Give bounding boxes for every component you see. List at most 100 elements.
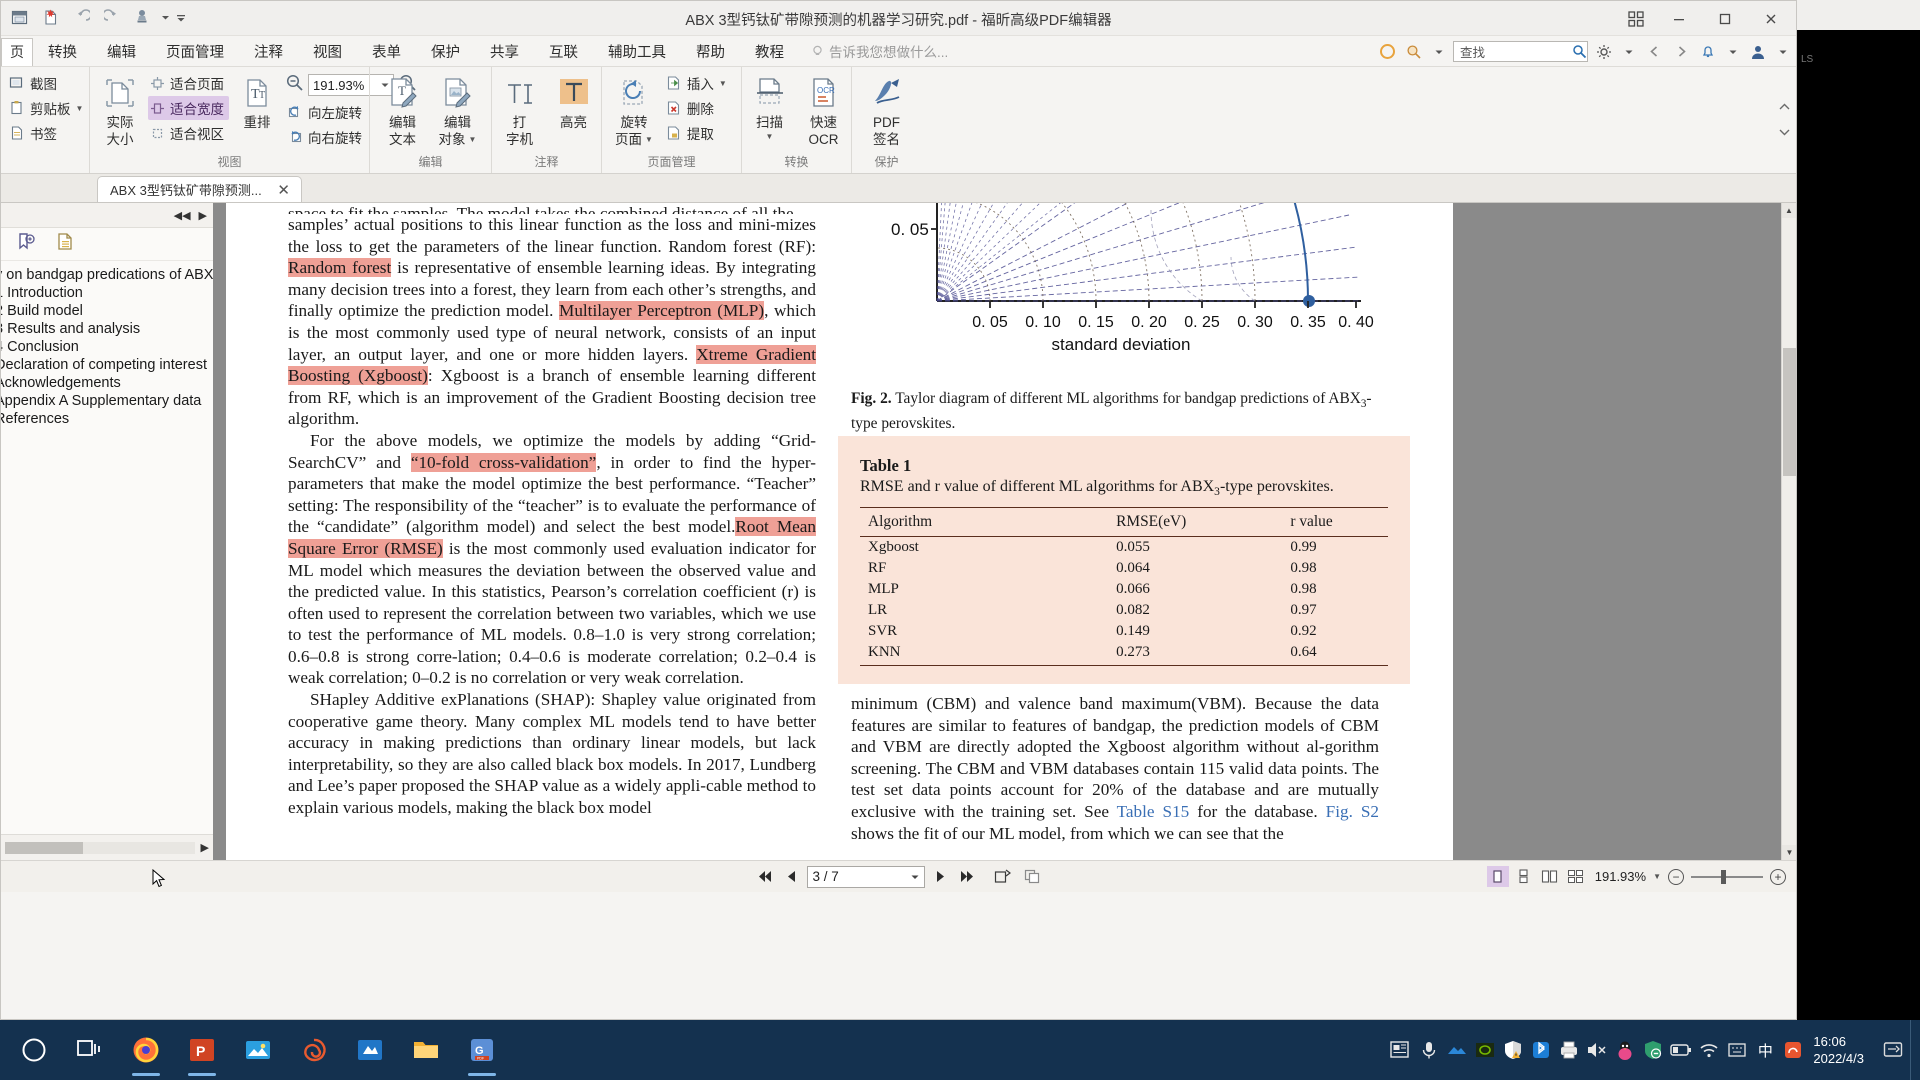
close-button[interactable]: [1748, 1, 1794, 36]
menu-item-form[interactable]: 表单: [357, 36, 416, 66]
delete-page-button[interactable]: 删除: [664, 96, 732, 120]
onedrive-icon[interactable]: [1443, 1020, 1471, 1080]
fit-visible-button[interactable]: 适合视区: [148, 121, 229, 145]
rotate-page-button[interactable]: 旋转 页面 ▼: [608, 69, 660, 150]
avatar[interactable]: [1747, 41, 1769, 63]
continuous-view-icon[interactable]: [1513, 866, 1535, 887]
menu-item-comment[interactable]: 注释: [239, 36, 298, 66]
collapse-panel-icon[interactable]: ◀◀: [172, 209, 193, 222]
rotate-view-icon[interactable]: [991, 867, 1014, 886]
penguin-icon[interactable]: [1611, 1020, 1639, 1080]
ime-cn-icon[interactable]: 中: [1751, 1020, 1779, 1080]
help-circle-icon[interactable]: [1376, 41, 1398, 63]
redo-icon[interactable]: [98, 4, 126, 31]
sogou-icon[interactable]: [1779, 1020, 1807, 1080]
highlight-button[interactable]: 高亮: [549, 69, 599, 134]
news-icon[interactable]: [1387, 1020, 1415, 1080]
link-table-s15[interactable]: Table S15: [1117, 802, 1190, 821]
ribbon-expand-icon[interactable]: [1779, 99, 1790, 117]
scroll-up-icon[interactable]: ▲: [1782, 203, 1796, 218]
new-from-file-icon[interactable]: [36, 4, 64, 31]
last-page-icon[interactable]: [956, 868, 978, 885]
search-input[interactable]: 查找: [1453, 41, 1588, 62]
file-explorer-icon[interactable]: [398, 1022, 454, 1078]
zoom-slider[interactable]: [1691, 869, 1763, 884]
menu-item-edit[interactable]: 编辑: [92, 36, 151, 66]
menu-item-accessibility[interactable]: 辅助工具: [593, 36, 681, 66]
chevron-down-icon[interactable]: [1724, 41, 1742, 63]
list-item[interactable]: 3 Results and analysis: [1, 320, 213, 338]
list-item[interactable]: Declaration of competing interest: [1, 356, 213, 374]
photos-icon[interactable]: [230, 1022, 286, 1078]
menu-item-connect[interactable]: 互联: [534, 36, 593, 66]
list-item[interactable]: 1 Introduction: [1, 284, 213, 302]
menu-item-home[interactable]: 页: [1, 38, 33, 66]
chevron-down-icon[interactable]: [1430, 41, 1448, 63]
stamp-icon[interactable]: [129, 4, 157, 31]
prev-page-icon[interactable]: [783, 868, 800, 885]
menu-item-protect[interactable]: 保护: [416, 36, 475, 66]
chevron-down-icon[interactable]: [1774, 41, 1792, 63]
zoom-out-icon[interactable]: [285, 73, 304, 97]
undo-icon[interactable]: [67, 4, 95, 31]
list-item[interactable]: References: [1, 410, 213, 428]
fit-page-button[interactable]: 适合页面: [148, 71, 229, 95]
bookmark-icon[interactable]: [17, 232, 36, 256]
scrollbar-thumb[interactable]: [1783, 348, 1796, 476]
scrollbar-thumb[interactable]: [5, 841, 83, 854]
extract-page-button[interactable]: 提取: [664, 121, 732, 145]
tell-me-box[interactable]: 告诉我您想做什么...: [811, 36, 948, 66]
chevron-down-icon[interactable]: ▼: [76, 104, 84, 113]
back-arrow-icon[interactable]: [1643, 41, 1665, 63]
printer-icon[interactable]: [1555, 1020, 1583, 1080]
menu-item-share[interactable]: 共享: [475, 36, 534, 66]
page-thumbnail-icon[interactable]: [56, 232, 75, 256]
typewriter-button[interactable]: 打 字机: [495, 69, 545, 150]
menu-item-help[interactable]: 帮助: [681, 36, 740, 66]
list-item[interactable]: 4 Conclusion: [1, 338, 213, 356]
show-desktop-button[interactable]: [1910, 1020, 1920, 1080]
powerpoint-icon[interactable]: P: [174, 1022, 230, 1078]
spiral-icon[interactable]: [286, 1022, 342, 1078]
wifi-icon[interactable]: [1695, 1020, 1723, 1080]
pdf-sign-button[interactable]: PDF 签名: [862, 69, 912, 150]
list-item[interactable]: Acknowledgements: [1, 374, 213, 392]
quick-ocr-button[interactable]: OCR 快速 OCR: [799, 69, 849, 150]
document-viewport[interactable]: 0. 10 0. 05 s: [213, 203, 1796, 860]
chevron-down-icon[interactable]: ▼: [645, 135, 653, 144]
chevron-down-icon[interactable]: ▼: [719, 79, 727, 88]
document-tab[interactable]: ABX 3型钙钛矿带隙预测... ✕: [97, 176, 302, 202]
nav-horizontal-scrollbar[interactable]: [5, 841, 195, 854]
save-icon[interactable]: [5, 4, 33, 31]
foxit-pdf-icon[interactable]: G PDF: [454, 1022, 510, 1078]
reflow-button[interactable]: TT 重排: [233, 69, 281, 134]
copy-view-icon[interactable]: [1021, 867, 1044, 886]
fit-width-button[interactable]: 适合宽度: [148, 96, 229, 120]
scroll-down-icon[interactable]: ▼: [1782, 845, 1796, 860]
nav-expand-icon[interactable]: ▶: [195, 841, 209, 854]
bluetooth-icon[interactable]: [1527, 1020, 1555, 1080]
insert-page-button[interactable]: 插入 ▼: [664, 71, 732, 95]
zoom-search-icon[interactable]: [1403, 41, 1425, 63]
actual-size-button[interactable]: 实际 大小: [96, 69, 144, 150]
menu-item-tutorial[interactable]: 教程: [740, 36, 799, 66]
chevron-down-icon[interactable]: [1620, 41, 1638, 63]
page-number-input[interactable]: 3 / 7: [806, 865, 925, 888]
close-icon[interactable]: ✕: [274, 181, 293, 199]
first-page-icon[interactable]: [754, 868, 776, 885]
two-page-continuous-icon[interactable]: [1565, 866, 1587, 887]
minimize-button[interactable]: [1656, 1, 1702, 36]
link-fig-s2[interactable]: Fig. S2: [1326, 802, 1379, 821]
qat-more-icon[interactable]: [174, 4, 187, 31]
bell-icon[interactable]: [1697, 41, 1719, 63]
zoom-out-button[interactable]: −: [1668, 868, 1684, 885]
menu-item-convert[interactable]: 转换: [33, 36, 92, 66]
input-indicator-icon[interactable]: [1723, 1020, 1751, 1080]
bookmark-button[interactable]: 书签: [7, 121, 88, 145]
notification-icon[interactable]: [1876, 1020, 1910, 1080]
microphone-icon[interactable]: [1415, 1020, 1443, 1080]
list-item[interactable]: Appendix A Supplementary data: [1, 392, 213, 410]
menu-item-page-manage[interactable]: 页面管理: [151, 36, 239, 66]
edit-text-button[interactable]: T 编辑 文本: [378, 69, 428, 150]
visual-app-icon[interactable]: [342, 1022, 398, 1078]
